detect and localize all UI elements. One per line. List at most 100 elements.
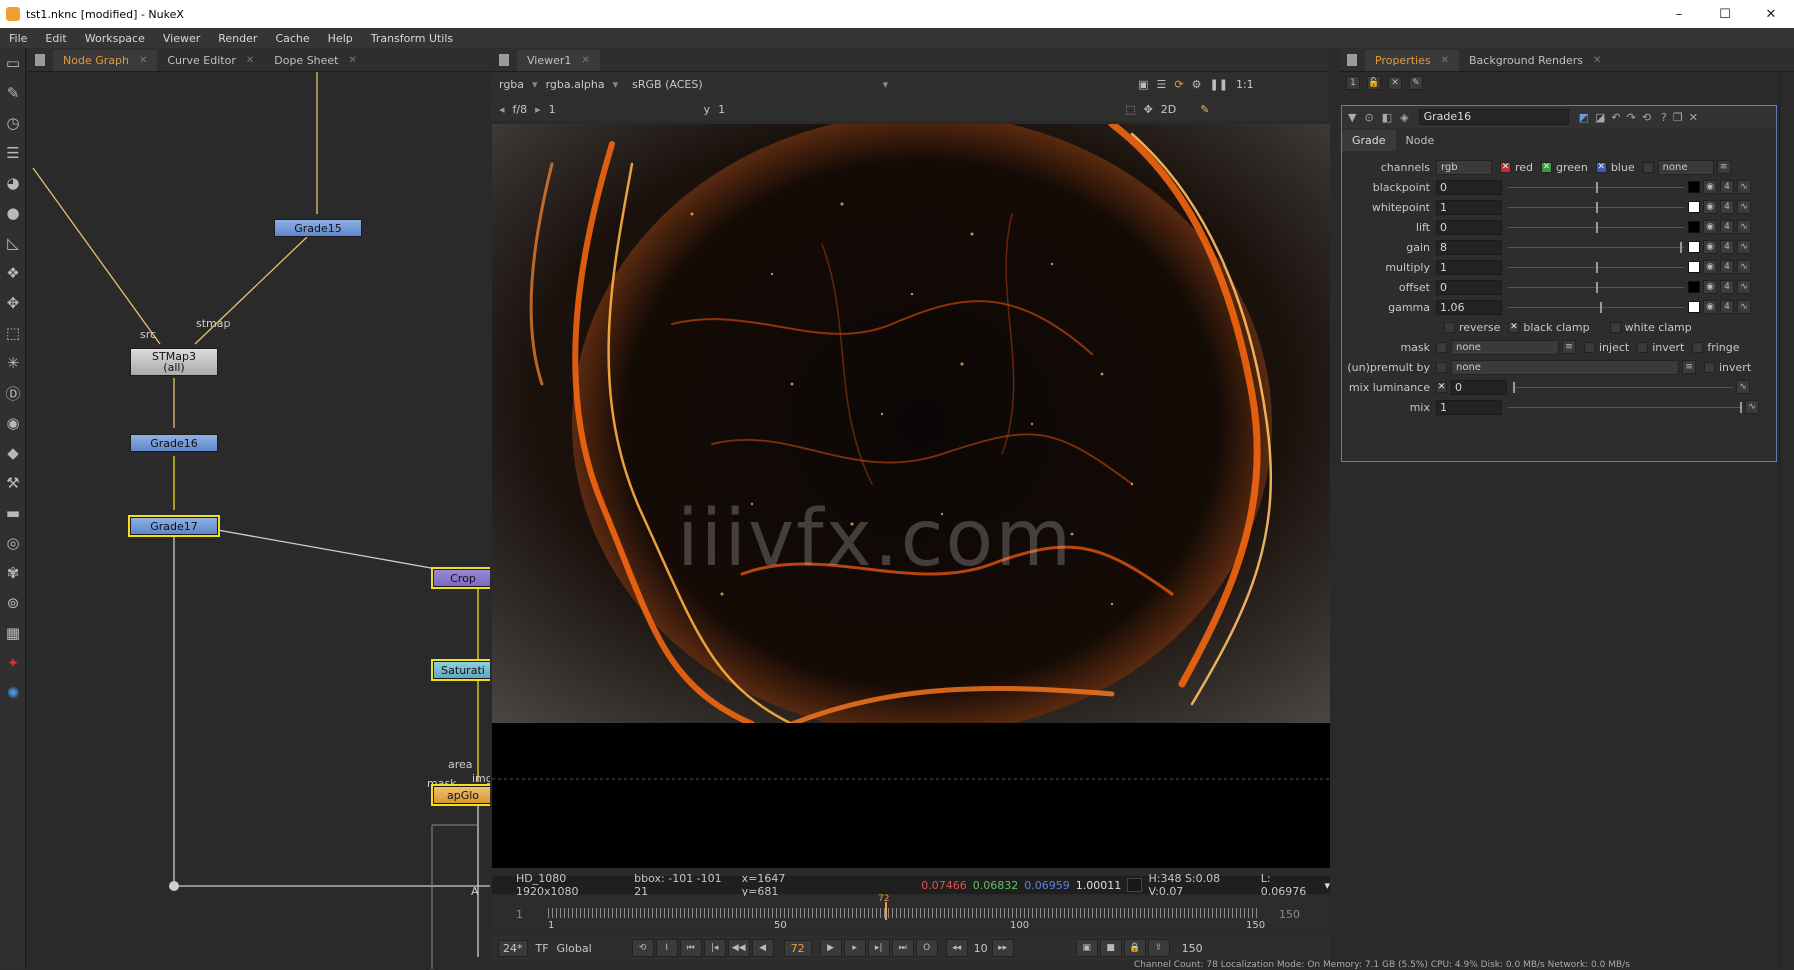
param-value-field[interactable]: 1 bbox=[1436, 199, 1502, 215]
info-dropdown-icon[interactable]: ▾ bbox=[1324, 879, 1330, 892]
color-swatch[interactable] bbox=[1688, 201, 1700, 213]
blue-tool-icon[interactable]: ✺ bbox=[0, 678, 26, 708]
filter-tools-icon[interactable]: ● bbox=[0, 198, 26, 228]
animation-curve-icon[interactable]: ∿ bbox=[1737, 300, 1751, 314]
menu-edit[interactable]: Edit bbox=[36, 32, 75, 45]
color-swatch[interactable] bbox=[1688, 181, 1700, 193]
channel-split-button[interactable]: 4 bbox=[1720, 180, 1734, 194]
param-slider[interactable] bbox=[1508, 180, 1684, 195]
close-icon[interactable]: ✕ bbox=[581, 55, 589, 66]
param-value-field[interactable]: 0 bbox=[1436, 279, 1502, 295]
node-grade16[interactable]: Grade16 bbox=[130, 434, 218, 452]
lock-panel-icon[interactable]: 🔓 bbox=[1367, 76, 1381, 90]
unpremult-enable-checkbox[interactable] bbox=[1436, 361, 1447, 373]
red-tool-icon[interactable]: ✦ bbox=[0, 648, 26, 678]
properties-scrollbar[interactable] bbox=[1779, 72, 1794, 969]
black-clamp-checkbox[interactable]: ✕ bbox=[1508, 321, 1520, 333]
lut-icon[interactable]: ☰ bbox=[1157, 78, 1167, 91]
param-slider[interactable] bbox=[1508, 300, 1684, 315]
param-value-field[interactable]: 1 bbox=[1436, 259, 1502, 275]
red-checkbox[interactable]: ✕ bbox=[1500, 161, 1511, 173]
grid-tools-icon[interactable]: ▦ bbox=[0, 618, 26, 648]
clear-panels-icon[interactable]: ✕ bbox=[1388, 76, 1402, 90]
color-wheel-icon[interactable]: ◉ bbox=[1703, 280, 1717, 294]
menu-transform-utils[interactable]: Transform Utils bbox=[362, 32, 462, 45]
animation-curve-icon[interactable]: ∿ bbox=[1737, 220, 1751, 234]
time-tools-icon[interactable]: ◷ bbox=[0, 108, 26, 138]
mask-extra-icon[interactable]: ≡ bbox=[1562, 340, 1576, 354]
colorspace-dropdown[interactable]: sRGB (ACES) bbox=[632, 78, 702, 91]
mix-slider[interactable] bbox=[1508, 400, 1742, 415]
close-icon[interactable]: ✕ bbox=[349, 55, 357, 66]
deep-tools-icon[interactable]: Ⓓ bbox=[0, 378, 26, 408]
param-slider[interactable] bbox=[1508, 220, 1684, 235]
channel-split-button[interactable]: 4 bbox=[1720, 260, 1734, 274]
collapse-icon[interactable]: ▼ bbox=[1348, 111, 1356, 124]
play-backward-icon[interactable]: ◀◀ bbox=[727, 939, 750, 957]
tab-properties[interactable]: Properties ✕ bbox=[1365, 50, 1459, 71]
help-icon[interactable]: ? bbox=[1661, 111, 1667, 124]
next-keyframe-icon[interactable]: ▸| bbox=[867, 939, 890, 957]
panel-grip-icon[interactable] bbox=[1347, 54, 1357, 66]
step-back-icon[interactable]: ◀ bbox=[751, 939, 774, 957]
node-stmap3[interactable]: STMap3 (all) bbox=[130, 348, 218, 376]
menu-render[interactable]: Render bbox=[209, 32, 266, 45]
image-tools-icon[interactable]: ▭ bbox=[0, 48, 26, 78]
param-slider[interactable] bbox=[1508, 260, 1684, 275]
node-color-icon[interactable]: ◩ bbox=[1579, 111, 1589, 124]
unpremult-extra-icon[interactable]: ≡ bbox=[1682, 360, 1696, 374]
param-value-field[interactable]: 0 bbox=[1436, 179, 1502, 195]
color-swatch[interactable] bbox=[1688, 241, 1700, 253]
refresh-icon[interactable]: ⟳ bbox=[1174, 78, 1183, 91]
mix-luminance-slider[interactable] bbox=[1513, 380, 1733, 395]
panel-grip-icon[interactable] bbox=[499, 54, 509, 66]
skip-forward-icon[interactable]: ▸▸ bbox=[991, 939, 1014, 957]
channels-dropdown[interactable]: rgba bbox=[499, 78, 524, 91]
unpremult-dropdown[interactable]: none bbox=[1451, 359, 1679, 375]
viewer-image[interactable]: iiivfx.com bbox=[492, 124, 1330, 723]
toolsets-icon[interactable]: ⚒ bbox=[0, 468, 26, 498]
reverse-checkbox[interactable] bbox=[1444, 321, 1455, 333]
channel-split-button[interactable]: 4 bbox=[1720, 280, 1734, 294]
menu-help[interactable]: Help bbox=[319, 32, 362, 45]
param-slider[interactable] bbox=[1508, 280, 1684, 295]
viewer-empty-area[interactable] bbox=[492, 723, 1330, 868]
white-clamp-checkbox[interactable] bbox=[1609, 321, 1621, 333]
first-frame-icon[interactable]: ⏮ bbox=[679, 939, 702, 957]
mix-luminance-field[interactable]: 0 bbox=[1451, 379, 1507, 395]
edit-icon[interactable]: ✎ bbox=[1409, 76, 1423, 90]
animation-curve-icon[interactable]: ∿ bbox=[1737, 240, 1751, 254]
undo-icon[interactable]: ↶ bbox=[1611, 111, 1620, 124]
param-slider[interactable] bbox=[1508, 200, 1684, 215]
out-point-icon[interactable]: O bbox=[915, 939, 938, 957]
close-icon[interactable]: ✕ bbox=[1441, 55, 1449, 66]
gizmo-tools-icon[interactable]: ⊚ bbox=[0, 588, 26, 618]
color-swatch[interactable] bbox=[1688, 301, 1700, 313]
channel-split-button[interactable]: 4 bbox=[1720, 240, 1734, 254]
view-node-icon[interactable]: ⊙ bbox=[1364, 111, 1373, 124]
param-slider[interactable] bbox=[1508, 240, 1684, 255]
close-icon[interactable]: ✕ bbox=[1593, 55, 1601, 66]
menu-workspace[interactable]: Workspace bbox=[76, 32, 154, 45]
mask-enable-checkbox[interactable] bbox=[1436, 341, 1447, 353]
other-tools-icon[interactable]: ▬ bbox=[0, 498, 26, 528]
fringe-checkbox[interactable] bbox=[1692, 341, 1704, 353]
transform-handle-icon[interactable]: ✥ bbox=[1144, 103, 1153, 116]
color-swatch[interactable] bbox=[1688, 261, 1700, 273]
color-wheel-icon[interactable]: ◉ bbox=[1703, 180, 1717, 194]
fps-dropdown[interactable]: 24* bbox=[498, 939, 528, 957]
blue-checkbox[interactable]: ✕ bbox=[1595, 161, 1607, 173]
channel-split-button[interactable]: 4 bbox=[1720, 220, 1734, 234]
color-tools-icon[interactable]: ◕ bbox=[0, 168, 26, 198]
last-frame-icon[interactable]: ⏭ bbox=[891, 939, 914, 957]
stop-icon[interactable]: ■ bbox=[1099, 939, 1122, 957]
channel-split-button[interactable]: 4 bbox=[1720, 200, 1734, 214]
crop-frame-icon[interactable]: ⬚ bbox=[1125, 103, 1135, 116]
menu-viewer[interactable]: Viewer bbox=[154, 32, 209, 45]
color-swatch[interactable] bbox=[1688, 281, 1700, 293]
close-panel-icon[interactable]: ✕ bbox=[1689, 111, 1698, 124]
channel-tools-icon[interactable]: ☰ bbox=[0, 138, 26, 168]
animation-curve-icon[interactable]: ∿ bbox=[1745, 400, 1759, 414]
global-dropdown[interactable]: Global bbox=[557, 942, 592, 955]
close-icon[interactable]: ✕ bbox=[139, 55, 147, 66]
